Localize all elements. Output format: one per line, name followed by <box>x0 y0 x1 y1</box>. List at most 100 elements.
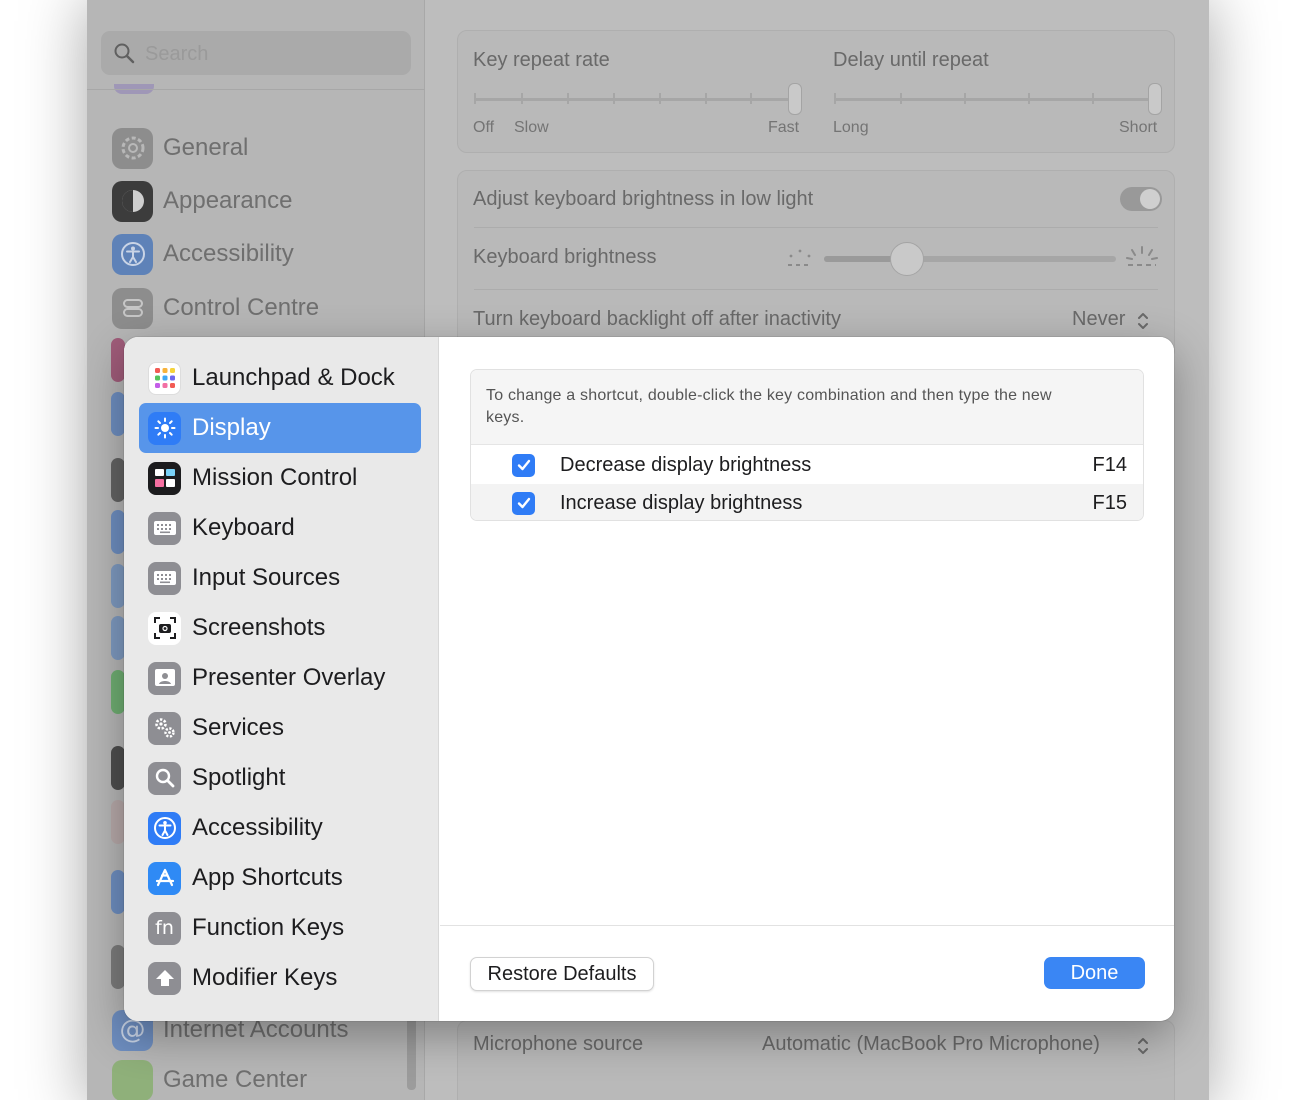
slider-tick <box>1028 93 1030 104</box>
sidebar-item-control-centre[interactable]: Control Centre <box>112 286 319 330</box>
keyboard-brightness-knob[interactable] <box>890 242 924 276</box>
keyboard-icon <box>148 562 181 595</box>
popup-chevron-icon <box>1136 310 1150 332</box>
shortcut-row[interactable]: Decrease display brightness F14 <box>471 446 1143 484</box>
slider-tick <box>521 93 523 104</box>
sidebar-icon-partial <box>111 458 125 502</box>
slider-tick <box>613 93 615 104</box>
keyboard-brightness-card: Adjust keyboard brightness in low light … <box>457 170 1175 360</box>
shortcut-row[interactable]: Increase display brightness F15 <box>471 484 1143 521</box>
sidebar-icon-partial <box>111 392 125 436</box>
category-mission-control[interactable]: Mission Control <box>139 453 421 503</box>
slider-tick <box>964 93 966 104</box>
category-label: Launchpad & Dock <box>192 364 395 392</box>
category-label: Modifier Keys <box>192 964 337 992</box>
slider-label-fast: Fast <box>768 119 799 137</box>
category-launchpad-dock[interactable]: Launchpad & Dock <box>139 353 421 403</box>
category-spotlight[interactable]: Spotlight <box>139 753 421 803</box>
mission-control-icon <box>148 462 181 495</box>
slider-tick <box>474 93 476 104</box>
magnifier-icon <box>148 762 181 795</box>
gears-icon <box>148 712 181 745</box>
slider-tick <box>900 93 902 104</box>
delay-repeat-title: Delay until repeat <box>833 49 989 72</box>
keyboard-brightness-label: Keyboard brightness <box>473 246 656 269</box>
fn-icon: fn <box>148 912 181 945</box>
done-button[interactable]: Done <box>1044 957 1145 989</box>
category-label: Mission Control <box>192 464 357 492</box>
sidebar-divider <box>87 89 425 90</box>
brightness-high-icon <box>1124 243 1160 269</box>
backlight-off-value[interactable]: Never <box>1072 308 1125 331</box>
category-function-keys[interactable]: fn Function Keys <box>139 903 421 953</box>
sidebar-icon-partial <box>111 338 125 382</box>
camera-icon <box>148 612 181 645</box>
slider-label-long: Long <box>833 119 869 137</box>
sidebar-icon-partial <box>111 746 125 790</box>
person-icon <box>148 662 181 695</box>
sidebar-item-game-center[interactable]: Game Center <box>112 1058 307 1100</box>
adjust-brightness-toggle[interactable] <box>1120 187 1162 211</box>
category-keyboard[interactable]: Keyboard <box>139 503 421 553</box>
category-label: Keyboard <box>192 514 295 542</box>
category-input-sources[interactable]: Input Sources <box>139 553 421 603</box>
category-label: Services <box>192 714 284 742</box>
control-centre-icon <box>112 288 153 329</box>
shortcut-hint: To change a shortcut, double-click the k… <box>471 370 1143 445</box>
sidebar-icon-partial <box>111 616 125 660</box>
slider-label-slow: Slow <box>514 119 549 137</box>
category-label: Presenter Overlay <box>192 664 385 692</box>
footer-divider <box>440 925 1174 926</box>
category-accessibility[interactable]: Accessibility <box>139 803 421 853</box>
category-label: Input Sources <box>192 564 340 592</box>
key-repeat-card: Key repeat rate Off Slow Fast Delay unti… <box>457 30 1175 153</box>
sidebar-icon-partial <box>111 670 125 714</box>
keyboard-shortcuts-sheet: Launchpad & Dock Display Mission Control… <box>124 337 1174 1021</box>
slider-tick <box>750 93 752 104</box>
delay-repeat-slider-knob[interactable] <box>1148 83 1162 115</box>
slider-label-short: Short <box>1119 119 1157 137</box>
shortcuts-table: To change a shortcut, double-click the k… <box>470 369 1144 521</box>
key-repeat-title: Key repeat rate <box>473 49 610 72</box>
appearance-icon <box>112 181 153 222</box>
mic-source-label: Microphone source <box>473 1033 643 1056</box>
checkmark-icon[interactable] <box>512 454 535 477</box>
shortcut-categories-list: Launchpad & Dock Display Mission Control… <box>124 337 439 1021</box>
category-label: Function Keys <box>192 914 344 942</box>
sidebar-icon-partial <box>111 800 125 844</box>
brightness-low-icon <box>784 247 816 269</box>
row-divider <box>474 227 1158 228</box>
restore-defaults-button[interactable]: Restore Defaults <box>470 957 654 991</box>
shortcut-label: Decrease display brightness <box>560 454 811 477</box>
search-icon <box>113 42 135 64</box>
category-modifier-keys[interactable]: Modifier Keys <box>139 953 421 1003</box>
key-repeat-slider-knob[interactable] <box>788 83 802 115</box>
search-field[interactable]: Search <box>101 31 411 75</box>
category-label: Display <box>192 414 271 442</box>
category-display[interactable]: Display <box>139 403 421 453</box>
sidebar-icon-partial <box>111 945 125 989</box>
row-divider <box>474 289 1158 290</box>
popup-chevron-icon <box>1136 1035 1150 1057</box>
category-services[interactable]: Services <box>139 703 421 753</box>
category-label: App Shortcuts <box>192 864 343 892</box>
checkmark-icon[interactable] <box>512 492 535 515</box>
keyboard-icon <box>148 512 181 545</box>
shortcut-key[interactable]: F15 <box>1093 492 1127 515</box>
sun-icon <box>148 412 181 445</box>
category-app-shortcuts[interactable]: App Shortcuts <box>139 853 421 903</box>
category-screenshots[interactable]: Screenshots <box>139 603 421 653</box>
mic-source-value[interactable]: Automatic (MacBook Pro Microphone) <box>762 1033 1100 1056</box>
slider-tick <box>1092 93 1094 104</box>
category-presenter-overlay[interactable]: Presenter Overlay <box>139 653 421 703</box>
launchpad-icon <box>148 362 181 395</box>
slider-label-off: Off <box>473 119 494 137</box>
sidebar-item-accessibility[interactable]: Accessibility <box>112 232 294 276</box>
backlight-off-label: Turn keyboard backlight off after inacti… <box>473 308 841 331</box>
adjust-brightness-label: Adjust keyboard brightness in low light <box>473 188 813 211</box>
sidebar-item-general[interactable]: General <box>112 126 248 170</box>
shortcut-key[interactable]: F14 <box>1093 454 1127 477</box>
search-placeholder: Search <box>145 43 208 66</box>
slider-tick <box>705 93 707 104</box>
sidebar-item-appearance[interactable]: Appearance <box>112 179 292 223</box>
